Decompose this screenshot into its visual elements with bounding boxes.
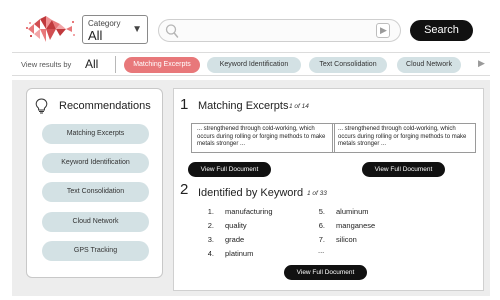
keyword-number: 3. — [207, 235, 214, 244]
section-number: 1 — [180, 96, 189, 113]
category-label: Category — [88, 19, 121, 28]
keyword-item[interactable]: manganese — [336, 221, 375, 230]
view-full-document-button[interactable]: View Full Document — [284, 265, 367, 280]
keyword-number: 5. — [318, 207, 325, 216]
lightbulb-icon — [35, 98, 48, 114]
section-title-excerpts: Matching Excerpts — [198, 100, 289, 112]
diamond-mosaic-logo[interactable] — [26, 16, 76, 42]
excerpt-card[interactable]: ... strengthened through cold-working, w… — [191, 123, 335, 153]
keyword-number: 2. — [207, 221, 214, 230]
chip-matching-excerpts[interactable]: Matching Excerpts — [124, 57, 200, 73]
top-bar: Category All ▼ ▶ Search — [0, 0, 500, 48]
chip-text-consolidation[interactable]: Text Consolidation — [309, 57, 387, 73]
recommendations-header: Recommendations — [35, 98, 160, 114]
rec-button-keyword-identification[interactable]: Keyword Identification — [42, 153, 149, 173]
category-dropdown[interactable]: Category All ▼ — [82, 15, 148, 44]
view-full-document-button[interactable]: View Full Document — [188, 162, 271, 177]
keyword-item[interactable]: manufacturing — [225, 207, 273, 216]
recommendations-panel: Recommendations Matching Excerpts Keywor… — [26, 88, 163, 278]
section-title-keywords: Identified by Keyword — [198, 187, 304, 199]
chip-keyword-identification[interactable]: Keyword Identification — [207, 57, 301, 73]
view-results-value[interactable]: All — [85, 57, 98, 71]
keyword-item[interactable]: grade — [225, 235, 244, 244]
keywords-count: 1 of 33 — [307, 190, 327, 197]
search-box: ▶ — [158, 19, 401, 42]
rec-button-matching-excerpts[interactable]: Matching Excerpts — [42, 124, 149, 144]
search-button[interactable]: Search — [410, 20, 473, 41]
rec-button-text-consolidation[interactable]: Text Consolidation — [42, 182, 149, 202]
keyword-number: 4. — [207, 249, 214, 258]
view-full-document-button[interactable]: View Full Document — [362, 162, 445, 177]
filter-divider — [115, 56, 116, 73]
keyword-item[interactable]: silicon — [336, 235, 357, 244]
excerpt-card[interactable]: ... strengthened through cold-working, w… — [332, 123, 476, 153]
view-results-label: View results by — [21, 60, 72, 69]
keyword-number: 1. — [207, 207, 214, 216]
chevron-right-icon[interactable]: ▶ — [478, 58, 485, 69]
rec-button-gps-tracking[interactable]: GPS Tracking — [42, 241, 149, 261]
filter-bar: View results by All Matching Excerpts Ke… — [12, 52, 490, 76]
search-icon — [165, 24, 179, 38]
caret-down-icon: ▼ — [132, 24, 142, 35]
recommendations-title: Recommendations — [59, 100, 151, 112]
keyword-item[interactable]: quality — [225, 221, 247, 230]
category-value: All — [88, 28, 103, 43]
keyword-number: 6. — [318, 221, 325, 230]
play-submit-icon[interactable]: ▶ — [376, 23, 390, 38]
chip-cloud-network[interactable]: Cloud Network — [397, 57, 461, 73]
rec-button-cloud-network[interactable]: Cloud Network — [42, 212, 149, 232]
section-number: 2 — [180, 181, 189, 198]
keyword-item[interactable]: aluminum — [336, 207, 369, 216]
search-input[interactable] — [181, 23, 371, 39]
keywords-more-ellipsis: ... — [318, 246, 325, 255]
keyword-number: 7. — [318, 235, 325, 244]
excerpts-count: 1 of 14 — [289, 103, 309, 110]
keyword-item[interactable]: platinum — [225, 249, 253, 258]
